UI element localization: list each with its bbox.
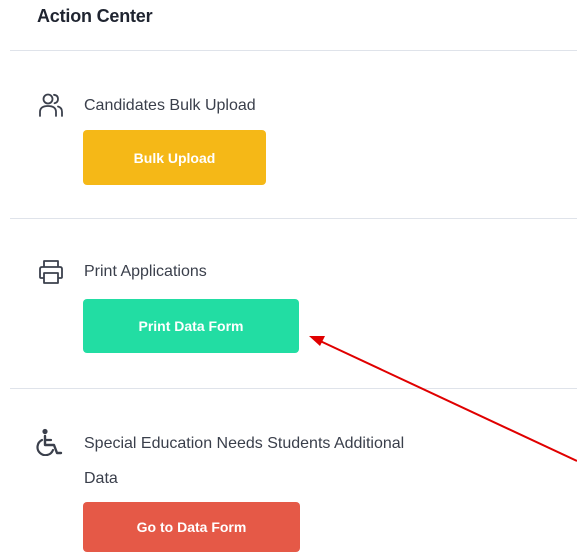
annotation-arrow	[309, 336, 577, 462]
arrow-head-icon	[309, 336, 325, 346]
